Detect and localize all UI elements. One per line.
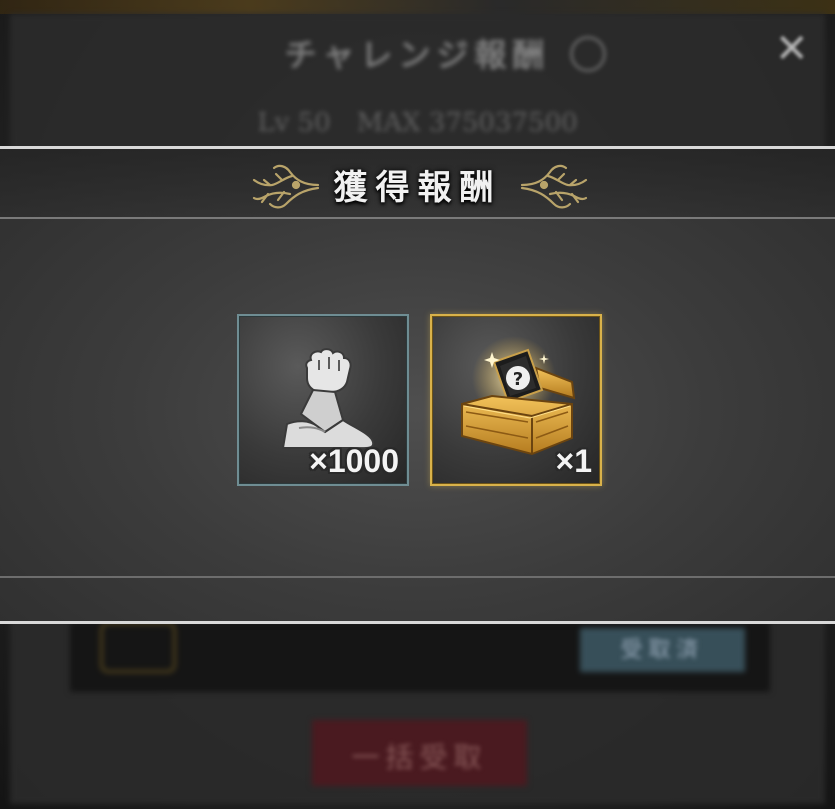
background-top-band	[0, 0, 835, 14]
background-level-line: Lv 50 MAX 375037500	[257, 108, 578, 138]
reward-quantity: ×1000	[309, 443, 399, 479]
background-claimed-button-label: 受取済	[620, 638, 705, 663]
reward-quantity: ×1	[555, 443, 592, 479]
modal-title: 獲得報酬	[333, 168, 502, 208]
header-divider	[0, 217, 835, 219]
reward-card-strength[interactable]: ×1000	[237, 314, 409, 486]
close-icon[interactable]: ✕	[775, 26, 809, 72]
info-icon[interactable]	[570, 36, 606, 72]
footer-divider	[0, 576, 835, 578]
svg-text:?: ?	[513, 369, 523, 390]
modal-bottom-border	[0, 621, 835, 624]
background-dialog-title: チャレンジ報酬	[284, 36, 551, 74]
thorn-ornament-icon	[520, 164, 588, 209]
background-reward-icon	[100, 622, 176, 673]
background-claim-all-label: 一括受取	[351, 741, 488, 774]
reward-card-mystery-chest[interactable]: ? ×1	[430, 314, 602, 486]
